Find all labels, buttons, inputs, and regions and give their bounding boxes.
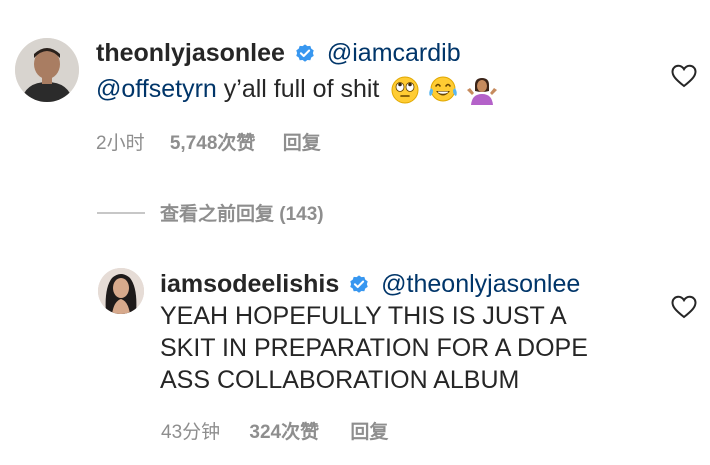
comment-1-meta: 2小时 5,748次赞 回复	[96, 128, 321, 155]
comment-2-reply-button[interactable]: 回复	[350, 422, 388, 443]
comment-1-like-heart-icon[interactable]	[671, 64, 697, 88]
comment-2-time: 43分钟	[161, 422, 221, 443]
comment-2: iamsodeelishis @theonlyjasonlee YEAH HOP…	[160, 268, 660, 396]
comment-1: theonlyjasonlee @iamcardib @offsetyrn y’…	[96, 37, 656, 106]
mention-offsetyrn[interactable]: @offsetyrn	[96, 75, 217, 103]
view-previous-replies-button[interactable]: 查看之前回复 (143)	[160, 199, 324, 226]
profile-photo	[98, 268, 144, 314]
face-with-rolling-eyes-icon	[391, 76, 419, 104]
comment-2-text-line-2: SKIT IN PREPARATION FOR A DOPE	[160, 334, 588, 362]
verified-badge-icon	[350, 275, 368, 294]
comment-1-username[interactable]: theonlyjasonlee	[96, 39, 285, 67]
avatar-theonlyjasonlee[interactable]	[15, 38, 79, 102]
face-with-tears-of-joy-icon	[429, 76, 458, 102]
verified-badge-icon	[296, 44, 314, 63]
avatar-iamsodeelishis[interactable]	[98, 268, 144, 314]
profile-photo	[15, 38, 79, 102]
person-shrugging-icon	[467, 78, 498, 106]
mention-theonlyjasonlee[interactable]: @theonlyjasonlee	[381, 270, 580, 298]
comment-1-text: y’all full of shit	[216, 75, 380, 103]
view-replies-divider	[97, 212, 145, 214]
comment-2-text-line-3: ASS COLLABORATION ALBUM	[160, 366, 520, 394]
comment-2-likes[interactable]: 324次赞	[249, 422, 319, 443]
comment-1-time: 2小时	[96, 133, 145, 154]
comment-2-text-line-1: YEAH HOPEFULLY THIS IS JUST A	[160, 302, 567, 330]
mention-iamcardib[interactable]: @iamcardib	[327, 39, 461, 67]
comment-1-reply-button[interactable]: 回复	[283, 133, 321, 154]
comment-2-username[interactable]: iamsodeelishis	[160, 270, 339, 298]
comment-2-like-heart-icon[interactable]	[671, 295, 697, 319]
comment-1-likes[interactable]: 5,748次赞	[170, 133, 256, 154]
comment-2-meta: 43分钟 324次赞 回复	[161, 417, 388, 444]
